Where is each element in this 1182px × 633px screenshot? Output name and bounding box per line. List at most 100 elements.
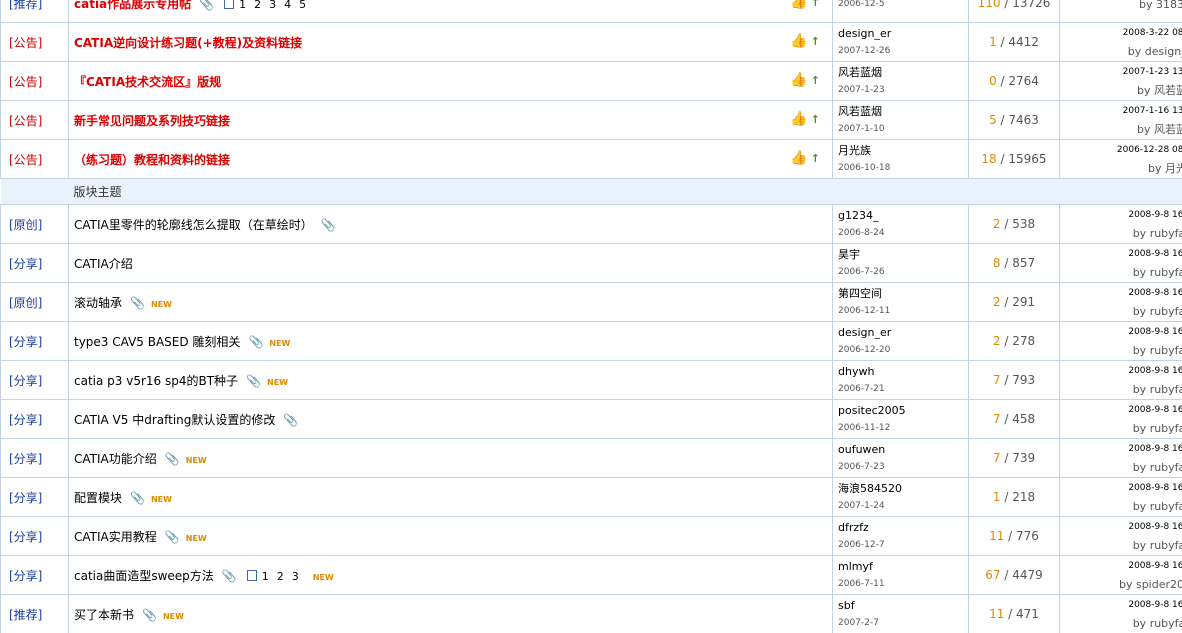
author-link[interactable]: design_er [838, 325, 968, 340]
last-post-author[interactable]: by rubyfans [1061, 382, 1182, 397]
thread-title-link[interactable]: CATIA V5 中drafting默认设置的修改 [74, 413, 275, 427]
thread-type-link[interactable]: [原创] [9, 296, 42, 310]
last-post-author[interactable]: by rubyfans [1061, 499, 1182, 514]
last-post-author[interactable]: by rubyfans [1061, 538, 1182, 553]
author-link[interactable]: 昊宇 [838, 247, 968, 262]
thread-title-link[interactable]: catia曲面造型sweep方法 [74, 569, 214, 583]
thread-type-link[interactable]: [分享] [9, 335, 42, 349]
thread-title-link[interactable]: 新手常见问题及系列技巧链接 [74, 114, 230, 128]
thumbs-up-icon[interactable]: 👍 [790, 0, 807, 10]
last-post-author[interactable]: by rubyfans [1061, 460, 1182, 475]
thumbs-up-icon[interactable]: 👍 [790, 33, 807, 49]
page-link[interactable]: 3 [292, 570, 299, 583]
last-post-author[interactable]: by design_er [1061, 44, 1182, 59]
page-link[interactable]: 2 [254, 0, 261, 11]
thread-type-link[interactable]: [分享] [9, 491, 42, 505]
thumbs-up-icon[interactable]: 👍 [790, 111, 807, 127]
top-arrow-icon[interactable]: ↑ [811, 35, 820, 48]
thumbs-up-icon[interactable]: 👍 [790, 150, 807, 166]
top-arrow-icon[interactable]: ↑ [811, 113, 820, 126]
thread-title-link[interactable]: CATIA里零件的轮廓线怎么提取（在草绘时） [74, 218, 313, 232]
thread-title-link[interactable]: 『CATIA技术交流区』版规 [74, 75, 221, 89]
last-post-date[interactable]: 2008-9-8 16:23 [1061, 598, 1182, 613]
thread-title-link[interactable]: 买了本新书 [74, 608, 134, 622]
author-link[interactable]: g1234_ [838, 208, 968, 223]
thread-type-link[interactable]: [分享] [9, 374, 42, 388]
page-link[interactable]: 3 [269, 0, 276, 11]
page-link[interactable]: 2 [277, 570, 284, 583]
last-post-date[interactable]: 2008-3-22 08:37 [1061, 26, 1182, 41]
author-link[interactable]: design_er [838, 26, 968, 41]
thread-title-link[interactable]: catia作品展示专用帖 [74, 0, 191, 11]
author-link[interactable]: dhywh [838, 364, 968, 379]
thread-type-link[interactable]: [公告] [9, 153, 42, 167]
last-post-date[interactable]: 2008-9-8 16:35 [1061, 286, 1182, 301]
top-arrow-icon[interactable]: ↑ [811, 152, 820, 165]
thread-title-link[interactable]: 滚动轴承 [74, 296, 122, 310]
thread-title-link[interactable]: type3 CAV5 BASED 雕刻相关 [74, 335, 240, 349]
last-post-cell: 2008-9-8 16:31 by rubyfans [1059, 360, 1182, 400]
last-post-date[interactable]: 2007-1-23 13:26 [1061, 65, 1182, 80]
author-link[interactable]: 月光族 [838, 143, 968, 158]
reply-count: 11 [989, 607, 1005, 621]
author-link[interactable]: 第四空间 [838, 286, 968, 301]
last-post-author[interactable]: by 月光族 [1061, 161, 1182, 176]
thread-title-link[interactable]: 配置模块 [74, 491, 122, 505]
last-post-cell: 2008-9-8 16:35 by rubyfans [1059, 282, 1182, 322]
last-post-date[interactable]: 2008-9-8 16:29 [1061, 442, 1182, 457]
page-link[interactable]: 1 [262, 570, 269, 583]
thread-title-link[interactable]: catia p3 v5r16 sp4的BT种子 [74, 374, 238, 388]
author-link[interactable]: dfrzfz [838, 520, 968, 535]
author-link[interactable]: sbf [838, 598, 968, 613]
last-post-author[interactable]: by rubyfans [1061, 421, 1182, 436]
last-post-date[interactable]: 2008-9-8 16:37 [1061, 247, 1182, 262]
last-post-author[interactable]: by 318318 [1061, 0, 1182, 12]
last-post-author[interactable]: by rubyfans [1061, 616, 1182, 631]
last-post-date[interactable]: 2008-9-8 16:34 [1061, 325, 1182, 340]
author-link[interactable]: 风若蓝烟 [838, 104, 968, 119]
thread-title-cell: CATIA里零件的轮廓线怎么提取（在草绘时） 📎 [68, 204, 833, 244]
last-post-author[interactable]: by rubyfans [1061, 226, 1182, 241]
last-post-date[interactable]: 2008-9-8 16:30 [1061, 403, 1182, 418]
last-post-author[interactable]: by rubyfans [1061, 304, 1182, 319]
thumbs-up-icon[interactable]: 👍 [790, 72, 807, 88]
last-post-author[interactable]: by 风若蓝烟 [1061, 83, 1182, 98]
top-arrow-icon[interactable]: ↑ [811, 74, 820, 87]
last-post-author[interactable]: by spider2008 [1061, 577, 1182, 592]
author-link[interactable]: oufuwen [838, 442, 968, 457]
page-link[interactable]: 4 [284, 0, 291, 11]
last-post-author[interactable]: by rubyfans [1061, 265, 1182, 280]
last-post-date[interactable]: 2007-1-16 13:10 [1061, 104, 1182, 119]
thread-title-link[interactable]: CATIA功能介绍 [74, 452, 157, 466]
top-arrow-icon[interactable]: ↑ [811, 0, 820, 9]
thread-type-link[interactable]: [分享] [9, 257, 42, 271]
thread-type-link[interactable]: [分享] [9, 530, 42, 544]
author-link[interactable]: 风若蓝烟 [838, 65, 968, 80]
author-link[interactable]: mlmyf [838, 559, 968, 574]
thread-type-link[interactable]: [推荐] [9, 0, 42, 11]
last-post-author[interactable]: by 风若蓝烟 [1061, 122, 1182, 137]
author-link[interactable]: 海浪584520 [838, 481, 968, 496]
page-link[interactable]: 5 [299, 0, 306, 11]
thread-type-link[interactable]: [公告] [9, 75, 42, 89]
page-link[interactable]: 1 [239, 0, 246, 11]
author-link[interactable]: positec2005 [838, 403, 968, 418]
last-post-date[interactable]: 2008-9-8 16:27 [1061, 520, 1182, 535]
thread-type-link[interactable]: [公告] [9, 36, 42, 50]
last-post-date[interactable]: 2008-9-8 16:26 [1061, 559, 1182, 574]
last-post-date[interactable]: 2008-9-8 16:31 [1061, 364, 1182, 379]
thread-type-link[interactable]: [分享] [9, 569, 42, 583]
thread-type-link[interactable]: [分享] [9, 413, 42, 427]
thread-title-link[interactable]: CATIA实用教程 [74, 530, 157, 544]
last-post-author[interactable]: by rubyfans [1061, 343, 1182, 358]
thread-type-link[interactable]: [公告] [9, 114, 42, 128]
thread-title-link[interactable]: （练习题）教程和资料的链接 [74, 153, 230, 167]
last-post-date[interactable]: 2008-9-8 16:38 [1061, 208, 1182, 223]
thread-type-link[interactable]: [原创] [9, 218, 42, 232]
last-post-date[interactable]: 2006-12-28 08:08 [1061, 143, 1182, 158]
thread-title-link[interactable]: CATIA逆向设计练习题(+教程)及资料链接 [74, 36, 302, 50]
thread-type-link[interactable]: [分享] [9, 452, 42, 466]
last-post-date[interactable]: 2008-9-8 16:28 [1061, 481, 1182, 496]
thread-title-link[interactable]: CATIA介绍 [74, 257, 133, 271]
thread-type-link[interactable]: [推荐] [9, 608, 42, 622]
